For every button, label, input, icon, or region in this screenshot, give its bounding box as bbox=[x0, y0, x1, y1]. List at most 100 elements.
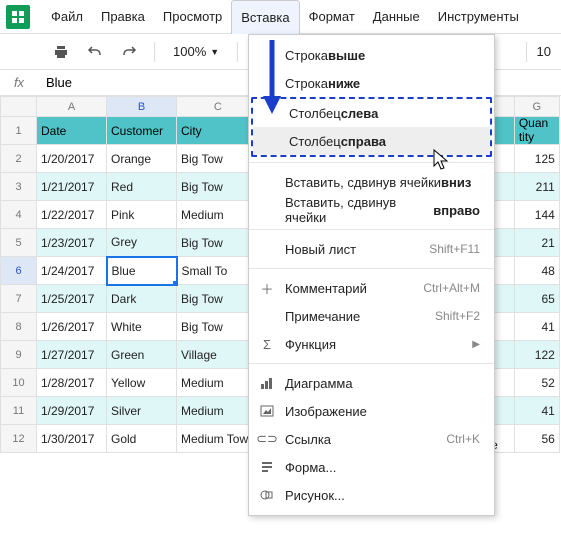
cell[interactable]: City bbox=[177, 117, 260, 145]
menu-row-below[interactable]: Строка ниже bbox=[249, 69, 494, 97]
menu-column-left[interactable]: Столбец слева bbox=[253, 99, 490, 127]
cell[interactable]: 21 bbox=[514, 229, 559, 257]
row-header[interactable]: 7 bbox=[1, 285, 37, 313]
cell[interactable]: 1/22/2017 bbox=[37, 201, 107, 229]
cell[interactable]: 144 bbox=[514, 201, 559, 229]
select-all-corner[interactable] bbox=[1, 97, 37, 117]
cell[interactable]: Date bbox=[37, 117, 107, 145]
undo-icon[interactable] bbox=[82, 39, 108, 65]
menu-drawing[interactable]: Рисунок... bbox=[249, 481, 494, 509]
row-header[interactable]: 4 bbox=[1, 201, 37, 229]
cell[interactable]: Dark bbox=[107, 285, 177, 313]
cell[interactable]: Big Tow bbox=[177, 173, 260, 201]
menu-tools[interactable]: Инструменты bbox=[429, 0, 528, 34]
menu-insert[interactable]: Вставка bbox=[231, 0, 299, 34]
cell[interactable]: 56 bbox=[514, 425, 559, 453]
row-header[interactable]: 1 bbox=[1, 117, 37, 145]
cell[interactable]: Big Tow bbox=[177, 145, 260, 173]
menu-row-above[interactable]: Строка выше bbox=[249, 41, 494, 69]
cell[interactable]: Yellow bbox=[107, 369, 177, 397]
row-header[interactable]: 2 bbox=[1, 145, 37, 173]
menu-note[interactable]: ПримечаниеShift+F2 bbox=[249, 302, 494, 330]
menu-view[interactable]: Просмотр bbox=[154, 0, 231, 34]
menu-label: Функция bbox=[285, 337, 336, 352]
cell[interactable]: Customer bbox=[107, 117, 177, 145]
zoom-dropdown[interactable]: 100%▼ bbox=[167, 44, 225, 59]
zoom-value: 100% bbox=[173, 44, 206, 59]
row-header[interactable]: 3 bbox=[1, 173, 37, 201]
cell[interactable]: Orange bbox=[107, 145, 177, 173]
cell[interactable]: 1/30/2017 bbox=[37, 425, 107, 453]
cell[interactable]: 41 bbox=[514, 313, 559, 341]
menu-new-sheet[interactable]: Новый листShift+F11 bbox=[249, 235, 494, 263]
redo-icon[interactable] bbox=[116, 39, 142, 65]
cell[interactable]: 41 bbox=[514, 397, 559, 425]
row-header[interactable]: 11 bbox=[1, 397, 37, 425]
cell[interactable]: Quan tity bbox=[514, 117, 559, 145]
active-cell[interactable]: Blue bbox=[107, 257, 177, 285]
cell[interactable]: Medium bbox=[177, 201, 260, 229]
cell[interactable]: Medium bbox=[177, 369, 260, 397]
menu-data[interactable]: Данные bbox=[364, 0, 429, 34]
cell[interactable]: Big Tow bbox=[177, 285, 260, 313]
col-header-b[interactable]: B bbox=[107, 97, 177, 117]
cell[interactable]: Medium Town bbox=[177, 425, 260, 453]
menu-comment[interactable]: ＋КомментарийCtrl+Alt+M bbox=[249, 274, 494, 302]
menu-column-right[interactable]: Столбец справа bbox=[253, 127, 490, 155]
cell[interactable]: 1/23/2017 bbox=[37, 229, 107, 257]
print-icon[interactable] bbox=[48, 39, 74, 65]
cell[interactable]: 1/28/2017 bbox=[37, 369, 107, 397]
cell[interactable]: Gold bbox=[107, 425, 177, 453]
cell[interactable]: 65 bbox=[514, 285, 559, 313]
cell[interactable]: Green bbox=[107, 341, 177, 369]
cell[interactable]: 211 bbox=[514, 173, 559, 201]
row-header[interactable]: 8 bbox=[1, 313, 37, 341]
menu-function[interactable]: ΣФункция▶ bbox=[249, 330, 494, 358]
menu-form[interactable]: Форма... bbox=[249, 453, 494, 481]
toolbar-divider bbox=[526, 42, 527, 62]
cell[interactable]: 125 bbox=[514, 145, 559, 173]
row-header[interactable]: 12 bbox=[1, 425, 37, 453]
cell[interactable]: 48 bbox=[514, 257, 559, 285]
row-header[interactable]: 9 bbox=[1, 341, 37, 369]
menu-link[interactable]: ⊂⊃СсылкаCtrl+K bbox=[249, 425, 494, 453]
menu-format[interactable]: Формат bbox=[300, 0, 364, 34]
cell[interactable]: 1/29/2017 bbox=[37, 397, 107, 425]
menu-label-bold: вправо bbox=[433, 203, 480, 218]
app-logo[interactable] bbox=[6, 5, 30, 29]
cell[interactable]: 1/24/2017 bbox=[37, 257, 107, 285]
cell[interactable]: Small To bbox=[177, 257, 260, 285]
menu-shift-cells-right[interactable]: Вставить, сдвинув ячейки вправо bbox=[249, 196, 494, 224]
cell[interactable]: Big Tow bbox=[177, 313, 260, 341]
cell[interactable]: 52 bbox=[514, 369, 559, 397]
cell[interactable]: Red bbox=[107, 173, 177, 201]
menu-file[interactable]: Файл bbox=[42, 0, 92, 34]
cell[interactable]: 1/26/2017 bbox=[37, 313, 107, 341]
cell[interactable]: Silver bbox=[107, 397, 177, 425]
menu-chart[interactable]: Диаграмма bbox=[249, 369, 494, 397]
col-header-a[interactable]: A bbox=[37, 97, 107, 117]
cell[interactable]: Pink bbox=[107, 201, 177, 229]
row-header[interactable]: 10 bbox=[1, 369, 37, 397]
fill-handle[interactable] bbox=[173, 281, 177, 285]
cell[interactable]: Medium bbox=[177, 397, 260, 425]
cell[interactable]: 1/27/2017 bbox=[37, 341, 107, 369]
cell[interactable]: 122 bbox=[514, 341, 559, 369]
cell[interactable]: 1/20/2017 bbox=[37, 145, 107, 173]
cell[interactable]: White bbox=[107, 313, 177, 341]
cell[interactable]: 1/21/2017 bbox=[37, 173, 107, 201]
menu-label-bold: слева bbox=[341, 106, 379, 121]
row-header[interactable]: 5 bbox=[1, 229, 37, 257]
menu-image[interactable]: Изображение bbox=[249, 397, 494, 425]
cell[interactable]: Big Tow bbox=[177, 229, 260, 257]
menu-shift-cells-down[interactable]: Вставить, сдвинув ячейки вниз bbox=[249, 168, 494, 196]
menu-shortcut: Ctrl+Alt+M bbox=[423, 281, 480, 295]
menu-label-bold: выше bbox=[328, 48, 365, 63]
cell[interactable]: 1/25/2017 bbox=[37, 285, 107, 313]
col-header-g[interactable]: G bbox=[514, 97, 559, 117]
cell[interactable]: Village bbox=[177, 341, 260, 369]
col-header-c[interactable]: C bbox=[177, 97, 260, 117]
cell[interactable]: Grey bbox=[107, 229, 177, 257]
row-header[interactable]: 6 bbox=[1, 257, 37, 285]
menu-edit[interactable]: Правка bbox=[92, 0, 154, 34]
